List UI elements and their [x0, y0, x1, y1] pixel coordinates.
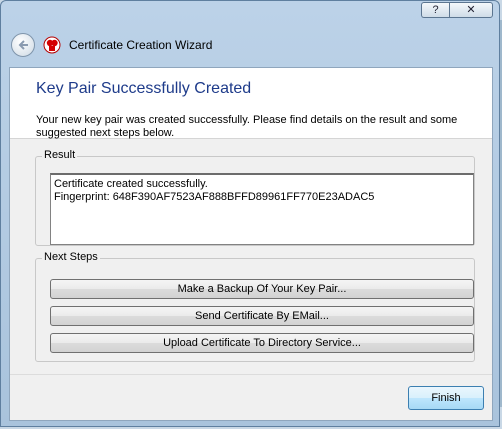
back-arrow-icon	[18, 40, 28, 50]
page-description: Your new key pair was created successful…	[36, 114, 458, 139]
finish-button[interactable]: Finish	[408, 386, 484, 410]
result-text-area[interactable]: Certificate created successfully. Finger…	[50, 173, 474, 245]
result-legend: Result	[42, 149, 78, 161]
close-icon: ✕	[466, 3, 476, 16]
wizard-titlebar: Certificate Creation Wizard	[11, 31, 212, 59]
result-status-line: Certificate created successfully.	[54, 178, 208, 190]
help-icon: ?	[432, 3, 439, 16]
wizard-page: Key Pair Successfully Created Your new k…	[9, 67, 493, 421]
backup-key-pair-button[interactable]: Make a Backup Of Your Key Pair...	[50, 279, 474, 299]
wizard-window: ? ✕ Certificate Creation Wizard Key Pair…	[0, 0, 500, 427]
next-steps-legend: Next Steps	[42, 251, 100, 263]
page-title: Key Pair Successfully Created	[36, 80, 252, 97]
page-header: Key Pair Successfully Created Your new k…	[10, 68, 492, 139]
back-button[interactable]	[11, 33, 35, 57]
close-button[interactable]: ✕	[449, 2, 493, 18]
send-certificate-email-button[interactable]: Send Certificate By EMail...	[50, 306, 474, 326]
window-title-buttons: ? ✕	[421, 2, 493, 18]
help-button[interactable]: ?	[421, 2, 449, 18]
result-group: Result Certificate created successfully.…	[35, 149, 475, 246]
window-title: Certificate Creation Wizard	[69, 38, 213, 52]
next-steps-group: Next Steps Make a Backup Of Your Key Pai…	[35, 251, 475, 362]
footer-divider	[10, 374, 492, 375]
result-fingerprint-line: Fingerprint: 648F390AF7523AF888BFFD89961…	[54, 191, 375, 203]
kleopatra-app-icon	[43, 36, 61, 54]
upload-certificate-button[interactable]: Upload Certificate To Directory Service.…	[50, 333, 474, 353]
